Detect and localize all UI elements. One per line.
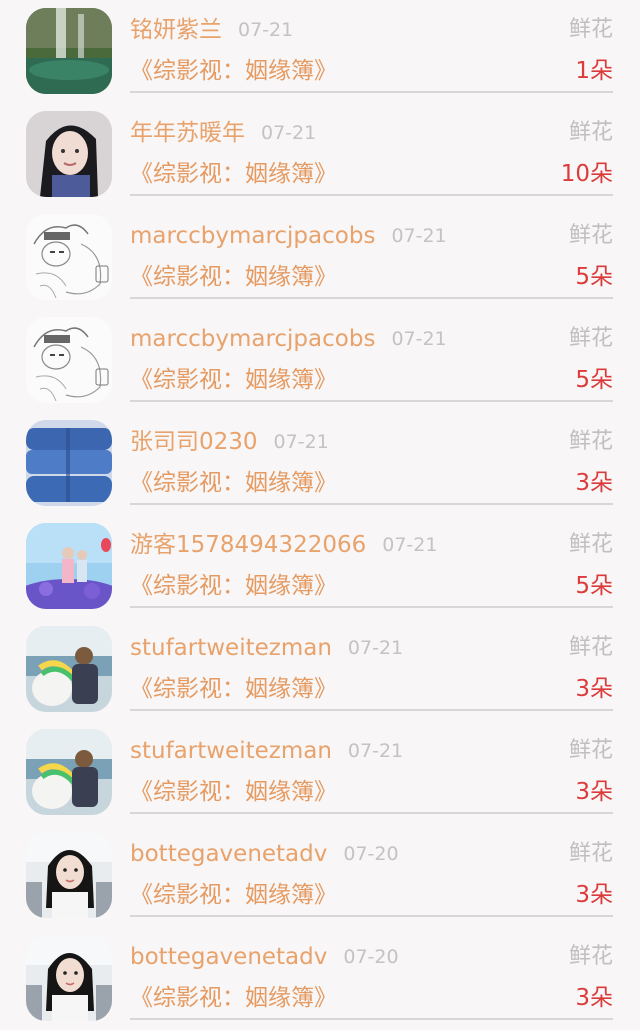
- gift-record-row-5[interactable]: 张司司0230 07-21 鲜花 《综影视：姻缘簿》 3朵: [0, 412, 640, 515]
- username[interactable]: 年年苏暖年: [130, 120, 245, 146]
- gift-type: 鲜花: [568, 635, 613, 660]
- username[interactable]: bottegavenetadv: [130, 841, 327, 867]
- row-divider: [130, 606, 613, 608]
- username[interactable]: marccbymarcjpacobs: [130, 326, 375, 352]
- avatar-girl-car[interactable]: [26, 935, 112, 1021]
- gift-type: 鲜花: [568, 429, 613, 454]
- gift-record-row-3[interactable]: marccbymarcjpacobs 07-21 鲜花 《综影视：姻缘簿》 5朵: [0, 206, 640, 309]
- gift-date: 07-21: [382, 534, 438, 556]
- gift-date: 07-21: [273, 431, 329, 453]
- avatar-blue-seats[interactable]: [26, 420, 112, 506]
- gift-record-row-6[interactable]: 游客1578494322066 07-21 鲜花 《综影视：姻缘簿》 5朵: [0, 515, 640, 618]
- username-line: bottegavenetadv 07-20: [130, 941, 399, 973]
- username-line: stufartweitezman 07-21: [130, 735, 403, 767]
- avatar-waterfall-photo[interactable]: [26, 8, 112, 94]
- book-title[interactable]: 《综影视：姻缘簿》: [130, 158, 337, 190]
- gift-record-row-7[interactable]: stufartweitezman 07-21 鲜花 《综影视：姻缘簿》 3朵: [0, 618, 640, 721]
- avatar-couple-flowers[interactable]: [26, 523, 112, 609]
- gift-record-row-10[interactable]: bottegavenetadv 07-20 鲜花 《综影视：姻缘簿》 3朵: [0, 927, 640, 1030]
- gift-count: 3朵: [575, 985, 613, 1011]
- username-line: 张司司0230 07-21: [130, 426, 329, 458]
- avatar-manga-sketch[interactable]: [26, 317, 112, 403]
- book-title[interactable]: 《综影视：姻缘簿》: [130, 879, 337, 911]
- book-title[interactable]: 《综影视：姻缘簿》: [130, 55, 337, 87]
- gift-date: 07-21: [347, 740, 404, 762]
- gift-date: 07-20: [343, 946, 399, 968]
- username-line: 年年苏暖年 07-21: [130, 117, 316, 149]
- gift-record-row-1[interactable]: 铭妍紫兰 07-21 鲜花 《综影视：姻缘簿》 1朵: [0, 0, 640, 103]
- gift-type: 鲜花: [568, 532, 613, 557]
- row-divider: [130, 1018, 613, 1020]
- username-line: 铭妍紫兰 07-21: [130, 14, 293, 46]
- gift-date: 07-21: [391, 225, 447, 247]
- row-divider: [130, 812, 613, 814]
- gift-record-row-2[interactable]: 年年苏暖年 07-21 鲜花 《综影视：姻缘簿》 10朵: [0, 103, 640, 206]
- gift-type: 鲜花: [568, 944, 613, 969]
- gift-record-row-9[interactable]: bottegavenetadv 07-20 鲜花 《综影视：姻缘簿》 3朵: [0, 824, 640, 927]
- avatar-woman-portrait[interactable]: [26, 111, 112, 197]
- gift-type: 鲜花: [568, 17, 613, 42]
- username[interactable]: 铭妍紫兰: [130, 17, 222, 43]
- gift-date: 07-21: [347, 637, 404, 659]
- gift-count: 3朵: [575, 470, 613, 496]
- gift-type: 鲜花: [568, 223, 613, 248]
- row-divider: [130, 91, 613, 93]
- book-title[interactable]: 《综影视：姻缘簿》: [130, 570, 337, 602]
- gift-record-row-8[interactable]: stufartweitezman 07-21 鲜花 《综影视：姻缘簿》 3朵: [0, 721, 640, 824]
- gift-date: 07-21: [238, 19, 294, 41]
- username-line: marccbymarcjpacobs 07-21: [130, 323, 447, 355]
- avatar-beach-unicorn[interactable]: [26, 729, 112, 815]
- book-title[interactable]: 《综影视：姻缘簿》: [130, 776, 337, 808]
- row-divider: [130, 400, 613, 402]
- gift-count: 3朵: [575, 882, 613, 908]
- row-divider: [130, 915, 613, 917]
- username[interactable]: 张司司0230: [130, 429, 258, 455]
- username-line: marccbymarcjpacobs 07-21: [130, 220, 447, 252]
- username[interactable]: stufartweitezman: [130, 635, 332, 661]
- gift-type: 鲜花: [568, 120, 613, 145]
- gift-type: 鲜花: [568, 841, 613, 866]
- book-title[interactable]: 《综影视：姻缘簿》: [130, 261, 337, 293]
- gift-count: 1朵: [575, 58, 613, 84]
- gift-record-list: 铭妍紫兰 07-21 鲜花 《综影视：姻缘簿》 1朵 年年苏暖年 07-21 鲜花 …: [0, 0, 640, 1023]
- gift-count: 5朵: [575, 367, 613, 393]
- username[interactable]: marccbymarcjpacobs: [130, 223, 375, 249]
- avatar-manga-sketch[interactable]: [26, 214, 112, 300]
- username-line: 游客1578494322066 07-21: [130, 529, 437, 561]
- gift-count: 10朵: [560, 161, 613, 187]
- gift-type: 鲜花: [568, 738, 613, 763]
- avatar-beach-unicorn[interactable]: [26, 626, 112, 712]
- avatar-girl-car[interactable]: [26, 832, 112, 918]
- gift-date: 07-21: [391, 328, 447, 350]
- gift-count: 3朵: [575, 676, 613, 702]
- username-line: bottegavenetadv 07-20: [130, 838, 399, 870]
- book-title[interactable]: 《综影视：姻缘簿》: [130, 364, 337, 396]
- username[interactable]: bottegavenetadv: [130, 944, 327, 970]
- username[interactable]: 游客1578494322066: [130, 532, 366, 558]
- username[interactable]: stufartweitezman: [130, 738, 332, 764]
- book-title[interactable]: 《综影视：姻缘簿》: [130, 467, 337, 499]
- row-divider: [130, 194, 613, 196]
- username-line: stufartweitezman 07-21: [130, 632, 403, 664]
- gift-count: 5朵: [575, 573, 613, 599]
- gift-date: 07-21: [261, 122, 317, 144]
- row-divider: [130, 503, 613, 505]
- gift-date: 07-20: [343, 843, 399, 865]
- gift-count: 3朵: [575, 779, 613, 805]
- row-divider: [130, 709, 613, 711]
- gift-type: 鲜花: [568, 326, 613, 351]
- book-title[interactable]: 《综影视：姻缘簿》: [130, 673, 337, 705]
- book-title[interactable]: 《综影视：姻缘簿》: [130, 982, 337, 1014]
- row-divider: [130, 297, 613, 299]
- gift-count: 5朵: [575, 264, 613, 290]
- gift-record-row-4[interactable]: marccbymarcjpacobs 07-21 鲜花 《综影视：姻缘簿》 5朵: [0, 309, 640, 412]
